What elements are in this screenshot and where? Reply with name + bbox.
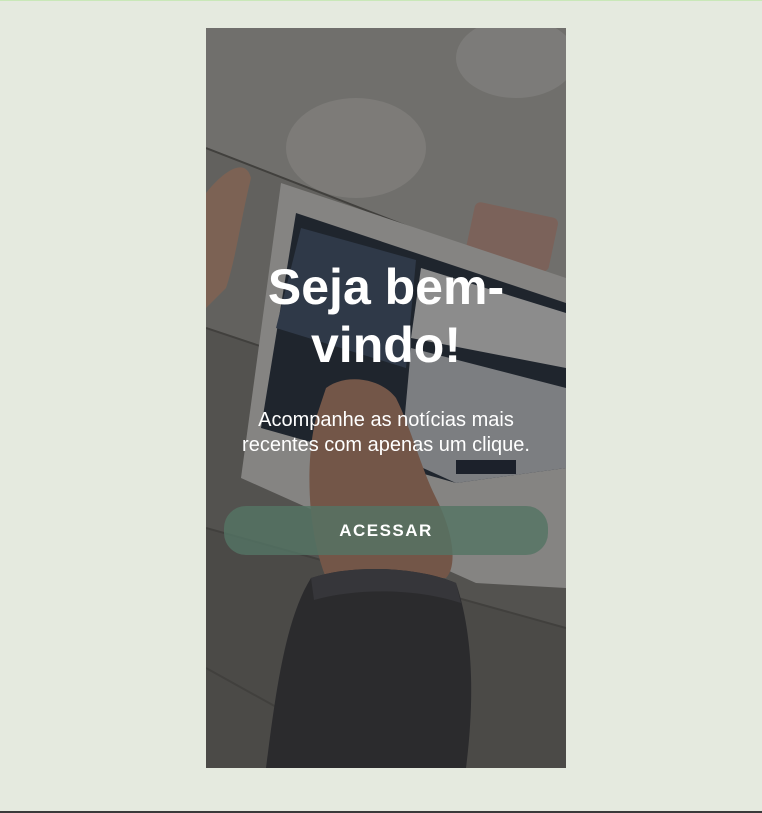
access-button[interactable]: ACESSAR <box>224 506 548 555</box>
welcome-subtitle: Acompanhe as notícias mais recentes com … <box>242 409 530 456</box>
welcome-content: Seja bem-vindo! Acompanhe as notícias ma… <box>206 28 566 768</box>
welcome-title: Seja bem-vindo! <box>267 259 505 373</box>
welcome-screen: Seja bem-vindo! Acompanhe as notícias ma… <box>206 28 566 768</box>
